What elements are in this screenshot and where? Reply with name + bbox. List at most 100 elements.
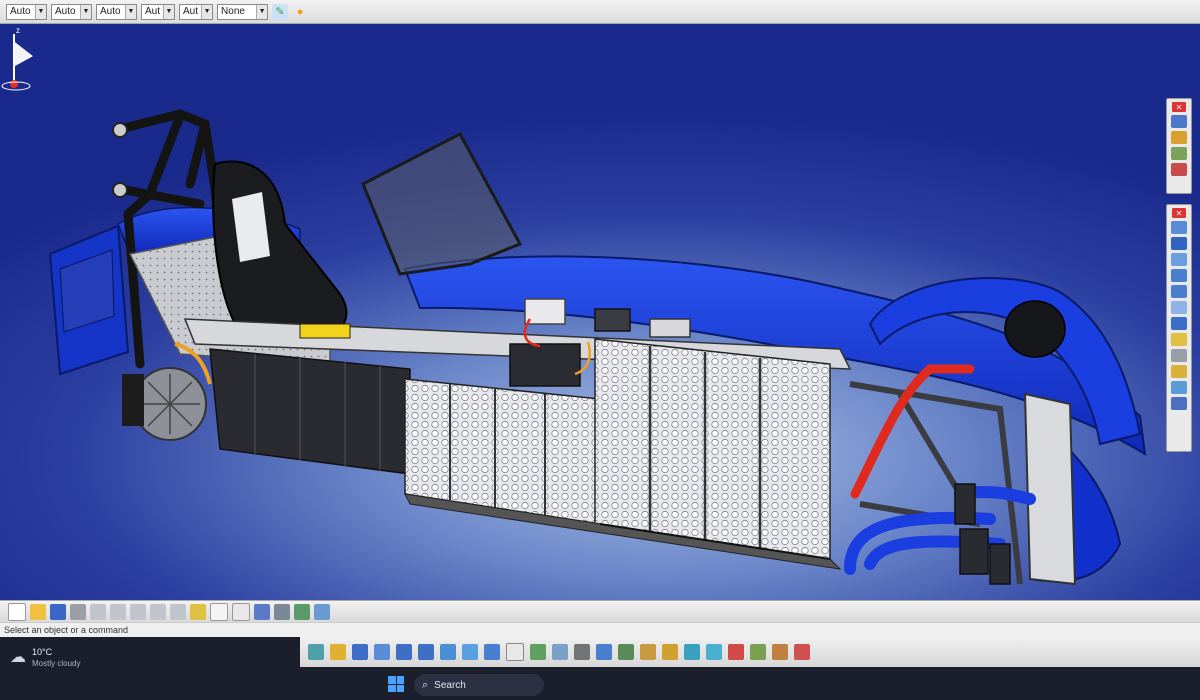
zoom-in-icon[interactable] <box>396 644 412 660</box>
iso-view-icon[interactable] <box>484 644 500 660</box>
properties-icon[interactable] <box>728 644 744 660</box>
search-icon: ⌕ <box>422 678 429 691</box>
line-weight-combo[interactable]: Auto ▼ <box>51 3 92 20</box>
windscreen <box>361 131 523 276</box>
material-icon[interactable] <box>640 644 656 660</box>
combo-value: None <box>221 6 245 17</box>
comment-icon[interactable] <box>232 602 250 621</box>
color-picker-icon[interactable]: ● <box>292 4 308 20</box>
measure-icon[interactable] <box>618 644 634 660</box>
paste-icon[interactable] <box>130 603 146 620</box>
svg-text:z: z <box>16 26 20 35</box>
command-prompt: Select an object or a command <box>4 625 129 635</box>
render-style-icon[interactable] <box>552 644 568 660</box>
redo-icon[interactable] <box>170 603 186 620</box>
chevron-down-icon: ▼ <box>201 4 213 19</box>
sketch-icon[interactable] <box>314 603 330 620</box>
fly-icon[interactable] <box>1171 221 1187 234</box>
rotate-icon[interactable] <box>374 644 390 660</box>
weather-icon: ☁ <box>10 649 26 666</box>
formula-icon[interactable] <box>210 602 228 621</box>
swap-visible-icon[interactable] <box>596 644 612 660</box>
filter-combo[interactable]: None ▼ <box>217 3 269 20</box>
iso-view-icon[interactable] <box>1171 317 1187 330</box>
chevron-down-icon: ▼ <box>125 4 136 19</box>
fit-all-icon[interactable] <box>330 644 346 660</box>
chevron-down-icon: ▼ <box>80 4 91 19</box>
combo-value: Auto <box>100 6 121 17</box>
layer-combo[interactable]: Aut ▼ <box>141 3 176 20</box>
windows-icon[interactable] <box>388 676 404 692</box>
shading-icon[interactable] <box>530 644 546 660</box>
combo-value: Auto <box>55 6 76 17</box>
chevron-down-icon: ▼ <box>163 4 175 19</box>
shading-icon[interactable] <box>1171 131 1187 144</box>
normal-view-icon[interactable] <box>440 644 456 660</box>
chevron-down-icon: ▼ <box>256 4 268 19</box>
table-icon[interactable] <box>254 603 270 620</box>
combo-value: Aut <box>183 6 199 17</box>
help-icon[interactable] <box>506 643 524 661</box>
pan-icon[interactable] <box>1171 237 1187 250</box>
undo-icon[interactable] <box>150 603 166 620</box>
print-icon[interactable] <box>70 603 86 620</box>
apply-material-icon[interactable] <box>662 644 678 660</box>
section-icon[interactable] <box>1171 381 1187 394</box>
view-mode-icon[interactable] <box>1171 115 1187 128</box>
fly-mode-icon[interactable] <box>308 644 324 660</box>
material-icon[interactable] <box>1171 163 1187 176</box>
command-bar[interactable]: Select an object or a command <box>0 622 1200 637</box>
camera-icon[interactable] <box>1171 397 1187 410</box>
normal-view-icon[interactable] <box>1171 301 1187 314</box>
copy-icon[interactable] <box>110 603 126 620</box>
combo-value: Aut <box>145 6 161 17</box>
weather-widget[interactable]: ☁ 10°C Mostly cloudy <box>10 647 80 668</box>
save-icon[interactable] <box>50 603 66 620</box>
pan-icon[interactable] <box>352 644 368 660</box>
multi-view-icon[interactable] <box>462 644 478 660</box>
tree-icon[interactable] <box>274 603 290 620</box>
search-label: Search <box>434 679 466 691</box>
car-model-render <box>48 109 1147 586</box>
rotate-icon[interactable] <box>1171 253 1187 266</box>
color-icon[interactable] <box>750 644 766 660</box>
view-toolbar-2: ✕ <box>1166 204 1192 452</box>
style-combo[interactable]: Aut ▼ <box>179 3 214 20</box>
zoom-out-icon[interactable] <box>418 644 434 660</box>
zoom-in-icon[interactable] <box>1171 269 1187 282</box>
grid-snap-icon[interactable] <box>794 644 810 660</box>
taskbar-search[interactable]: ⌕ Search <box>414 674 544 696</box>
driver-seat <box>212 160 348 341</box>
chevron-down-icon: ▼ <box>35 4 46 19</box>
painter-icon[interactable]: ✎ <box>272 3 289 20</box>
electronics-box <box>524 298 566 325</box>
radiator <box>1023 392 1077 586</box>
line-type-combo[interactable]: Auto ▼ <box>6 3 47 20</box>
render-icon[interactable] <box>1171 147 1187 160</box>
headrest <box>1004 300 1066 358</box>
zoom-out-icon[interactable] <box>1171 285 1187 298</box>
taskbar: ☁ 10°C Mostly cloudy <box>0 637 300 700</box>
camera-icon[interactable] <box>574 644 590 660</box>
open-icon[interactable] <box>30 603 46 620</box>
analysis-icon[interactable] <box>684 644 700 660</box>
new-icon[interactable] <box>8 602 26 621</box>
bottom-toolbar <box>0 600 1200 622</box>
battery-cells-upper <box>594 338 831 560</box>
cut-icon[interactable] <box>90 603 106 620</box>
weather-temp: 10°C <box>32 647 53 657</box>
close-icon[interactable]: ✕ <box>1172 208 1186 218</box>
compass-icon[interactable]: z <box>0 24 40 96</box>
whatsthis-icon[interactable] <box>190 603 206 620</box>
close-icon[interactable]: ✕ <box>1172 102 1186 112</box>
texture-icon[interactable] <box>772 644 788 660</box>
swap-icon[interactable] <box>1171 349 1187 362</box>
view-icon-strip <box>300 637 1200 667</box>
grid-icon[interactable] <box>294 603 310 620</box>
color-combo[interactable]: Auto ▼ <box>96 3 137 20</box>
section-icon[interactable] <box>706 644 722 660</box>
3d-viewport[interactable]: z ✕ ✕ <box>0 24 1200 600</box>
top-toolbar: Auto ▼ Auto ▼ Auto ▼ Aut ▼ Aut ▼ None ▼ … <box>0 0 1200 24</box>
hide-show-icon[interactable] <box>1171 333 1187 346</box>
measure-icon[interactable] <box>1171 365 1187 378</box>
